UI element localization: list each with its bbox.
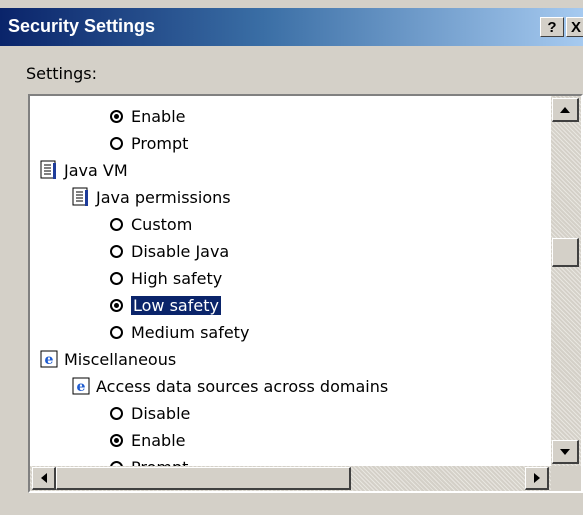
category-java-vm: Java VM bbox=[40, 158, 128, 182]
radio-option-enable-2[interactable]: Enable bbox=[110, 428, 186, 452]
radio-button[interactable] bbox=[110, 244, 123, 258]
horizontal-scroll-thumb[interactable] bbox=[56, 467, 351, 490]
settings-listbox[interactable]: Enable Prompt Java VM Java permissions C… bbox=[28, 94, 583, 493]
option-label-selected: Low safety bbox=[131, 295, 221, 315]
svg-text:e: e bbox=[45, 352, 54, 368]
radio-button[interactable] bbox=[110, 271, 123, 285]
arrow-up-icon bbox=[560, 106, 570, 113]
radio-option-high-safety[interactable]: High safety bbox=[110, 266, 222, 290]
title-bar: Security Settings ? X bbox=[0, 8, 583, 46]
radio-option-enable-1[interactable]: Enable bbox=[110, 104, 186, 128]
arrow-left-icon bbox=[40, 473, 47, 483]
arrow-right-icon bbox=[533, 473, 540, 483]
option-label: Medium safety bbox=[131, 322, 250, 342]
scroll-right-button[interactable] bbox=[525, 467, 549, 490]
subcategory-access-data-sources: e Access data sources across domains bbox=[72, 374, 388, 398]
radio-option-medium-safety[interactable]: Medium safety bbox=[110, 320, 249, 344]
radio-option-low-safety[interactable]: Low safety bbox=[110, 293, 221, 317]
subcategory-label: Access data sources across domains bbox=[96, 376, 389, 396]
window-title: Security Settings bbox=[8, 16, 156, 36]
radio-option-prompt-1[interactable]: Prompt bbox=[110, 131, 188, 155]
category-label: Miscellaneous bbox=[64, 349, 177, 369]
document-icon bbox=[40, 160, 56, 179]
scroll-up-button[interactable] bbox=[552, 98, 579, 122]
radio-button[interactable] bbox=[110, 406, 123, 420]
subcategory-label: Java permissions bbox=[96, 187, 231, 207]
help-button[interactable]: ? bbox=[540, 17, 564, 37]
category-label: Java VM bbox=[64, 160, 128, 180]
subcategory-java-permissions: Java permissions bbox=[72, 185, 231, 209]
vertical-scroll-thumb[interactable] bbox=[552, 238, 579, 267]
option-label: Enable bbox=[131, 106, 186, 126]
radio-option-prompt-2[interactable]: Prompt bbox=[110, 455, 188, 466]
option-label: Disable bbox=[131, 403, 191, 423]
radio-button-checked[interactable] bbox=[110, 298, 123, 312]
security-settings-dialog: Security Settings ? X Settings: Enable P… bbox=[0, 0, 583, 515]
arrow-down-icon bbox=[560, 448, 570, 455]
internet-explorer-icon: e bbox=[72, 377, 90, 395]
option-label: Custom bbox=[131, 214, 193, 234]
radio-option-disable[interactable]: Disable bbox=[110, 401, 190, 425]
radio-button[interactable] bbox=[110, 217, 123, 231]
scrollbar-corner bbox=[551, 466, 581, 491]
vertical-scrollbar[interactable] bbox=[551, 96, 581, 466]
option-label: Enable bbox=[131, 430, 186, 450]
close-button[interactable]: X bbox=[566, 17, 583, 37]
radio-button[interactable] bbox=[110, 136, 123, 150]
radio-option-custom[interactable]: Custom bbox=[110, 212, 192, 236]
document-icon bbox=[72, 187, 88, 206]
internet-explorer-icon: e bbox=[40, 350, 58, 368]
radio-button-checked[interactable] bbox=[110, 433, 123, 447]
radio-button[interactable] bbox=[110, 325, 123, 339]
horizontal-scrollbar[interactable] bbox=[30, 466, 551, 491]
radio-option-disable-java[interactable]: Disable Java bbox=[110, 239, 229, 263]
settings-tree: Enable Prompt Java VM Java permissions C… bbox=[30, 96, 550, 466]
scroll-left-button[interactable] bbox=[32, 467, 56, 490]
svg-text:e: e bbox=[77, 379, 86, 395]
radio-button-checked[interactable] bbox=[110, 109, 123, 123]
option-label: Prompt bbox=[131, 133, 189, 153]
option-label: High safety bbox=[131, 268, 223, 288]
option-label: Disable Java bbox=[131, 241, 230, 261]
option-label: Prompt bbox=[131, 458, 188, 467]
category-miscellaneous: e Miscellaneous bbox=[40, 347, 176, 371]
scroll-down-button[interactable] bbox=[552, 440, 579, 464]
settings-label: Settings: bbox=[26, 64, 98, 83]
